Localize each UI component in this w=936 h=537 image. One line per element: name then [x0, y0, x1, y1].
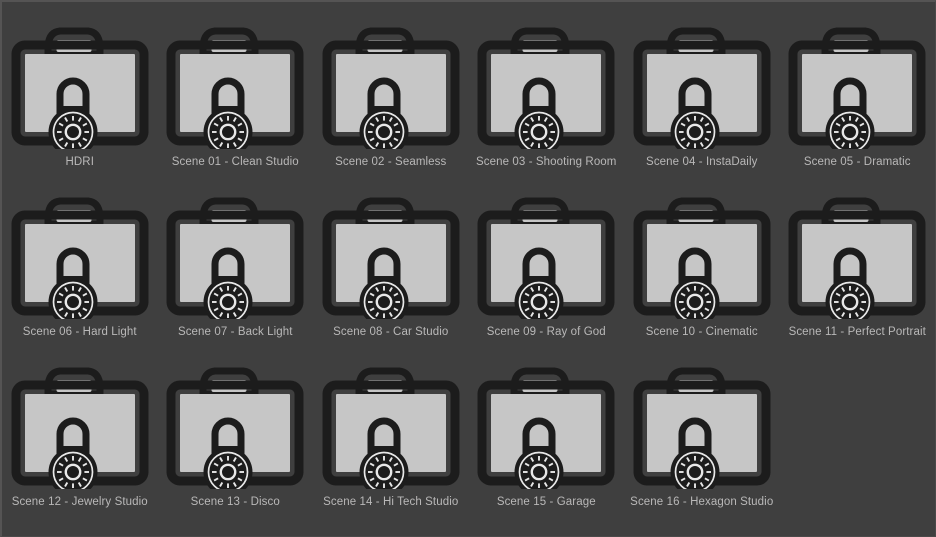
folder-label: Scene 11 - Perfect Portrait: [780, 325, 936, 339]
folder-grid: HDRI: [2, 10, 934, 520]
folder-icon: [474, 190, 618, 319]
folder-icon: [163, 190, 307, 319]
folder-label: Scene 10 - Cinematic: [624, 325, 780, 339]
folder-label: Scene 14 - Hi Tech Studio: [313, 495, 469, 509]
folder-icon: [8, 190, 152, 319]
folder-item-2[interactable]: Scene 02 - Seamless: [313, 10, 469, 180]
folder-item-7[interactable]: Scene 07 - Back Light: [158, 180, 314, 350]
folder-label: Scene 08 - Car Studio: [313, 325, 469, 339]
folder-label: HDRI: [2, 155, 158, 169]
folder-icon: [474, 360, 618, 489]
folder-item-11[interactable]: Scene 11 - Perfect Portrait: [780, 180, 936, 350]
folder-label: Scene 06 - Hard Light: [2, 325, 158, 339]
folder-icon: [319, 190, 463, 319]
file-browser-window: HDRI: [0, 0, 936, 537]
folder-label: Scene 02 - Seamless: [313, 155, 469, 169]
folder-label: Scene 03 - Shooting Room: [469, 155, 625, 169]
folder-item-6[interactable]: Scene 06 - Hard Light: [2, 180, 158, 350]
folder-label: Scene 01 - Clean Studio: [158, 155, 314, 169]
folder-label: Scene 05 - Dramatic: [780, 155, 936, 169]
folder-item-15[interactable]: Scene 15 - Garage: [469, 350, 625, 520]
folder-item-5[interactable]: Scene 05 - Dramatic: [780, 10, 936, 180]
folder-icon: [163, 20, 307, 149]
folder-label: Scene 15 - Garage: [469, 495, 625, 509]
folder-icon: [474, 20, 618, 149]
folder-icon: [630, 360, 774, 489]
folder-icon: [319, 20, 463, 149]
folder-label: Scene 13 - Disco: [158, 495, 314, 509]
folder-item-3[interactable]: Scene 03 - Shooting Room: [469, 10, 625, 180]
folder-label: Scene 04 - InstaDaily: [624, 155, 780, 169]
folder-item-4[interactable]: Scene 04 - InstaDaily: [624, 10, 780, 180]
folder-icon: [785, 190, 929, 319]
folder-icon: [319, 360, 463, 489]
folder-item-16[interactable]: Scene 16 - Hexagon Studio: [624, 350, 780, 520]
folder-icon: [8, 20, 152, 149]
folder-item-9[interactable]: Scene 09 - Ray of God: [469, 180, 625, 350]
folder-icon: [8, 360, 152, 489]
folder-item-12[interactable]: Scene 12 - Jewelry Studio: [2, 350, 158, 520]
folder-label: Scene 12 - Jewelry Studio: [2, 495, 158, 509]
folder-icon: [630, 190, 774, 319]
folder-label: Scene 07 - Back Light: [158, 325, 314, 339]
folder-icon: [785, 20, 929, 149]
folder-icon: [630, 20, 774, 149]
folder-item-1[interactable]: Scene 01 - Clean Studio: [158, 10, 314, 180]
folder-item-14[interactable]: Scene 14 - Hi Tech Studio: [313, 350, 469, 520]
folder-label: Scene 16 - Hexagon Studio: [624, 495, 780, 509]
folder-item-0[interactable]: HDRI: [2, 10, 158, 180]
folder-icon: [163, 360, 307, 489]
folder-item-10[interactable]: Scene 10 - Cinematic: [624, 180, 780, 350]
folder-item-13[interactable]: Scene 13 - Disco: [158, 350, 314, 520]
folder-label: Scene 09 - Ray of God: [469, 325, 625, 339]
folder-item-8[interactable]: Scene 08 - Car Studio: [313, 180, 469, 350]
